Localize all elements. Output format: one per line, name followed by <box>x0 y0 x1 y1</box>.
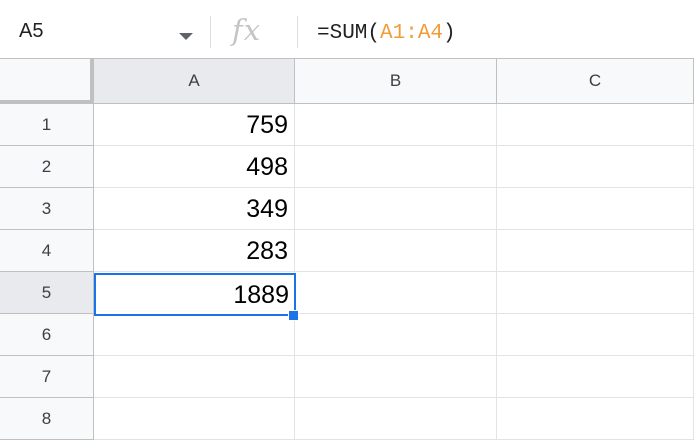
fill-handle[interactable] <box>288 310 299 321</box>
cell-c2[interactable] <box>497 146 694 188</box>
cell-a4[interactable]: 283 <box>94 230 295 272</box>
name-box[interactable]: A5 <box>0 0 206 59</box>
row-header-2[interactable]: 2 <box>0 146 94 188</box>
cell-b5[interactable] <box>295 272 497 314</box>
cell-a6[interactable] <box>94 314 295 356</box>
formula-bar-divider <box>210 16 211 48</box>
cell-a5-active[interactable]: 1889 <box>94 273 296 316</box>
cell-c6[interactable] <box>497 314 694 356</box>
cell-b6[interactable] <box>295 314 497 356</box>
formula-bar: A5 fx =SUM(A1:A4) <box>0 0 694 59</box>
caret-down-icon[interactable] <box>179 33 193 40</box>
formula-prefix: =SUM( <box>317 22 381 45</box>
cell-a1[interactable]: 759 <box>94 104 295 146</box>
name-box-cell-ref[interactable]: A5 <box>19 19 43 43</box>
formula-suffix: ) <box>443 22 456 45</box>
row-header-7[interactable]: 7 <box>0 356 94 398</box>
cell-c5[interactable] <box>497 272 694 314</box>
cell-b1[interactable] <box>295 104 497 146</box>
column-header-a[interactable]: A <box>94 59 295 104</box>
cell-a2[interactable]: 498 <box>94 146 295 188</box>
cell-a8[interactable] <box>94 398 295 440</box>
row-header-4[interactable]: 4 <box>0 230 94 272</box>
cell-b2[interactable] <box>295 146 497 188</box>
cell-a7[interactable] <box>94 356 295 398</box>
cell-b8[interactable] <box>295 398 497 440</box>
cell-a3[interactable]: 349 <box>94 188 295 230</box>
cell-c7[interactable] <box>497 356 694 398</box>
cell-c1[interactable] <box>497 104 694 146</box>
cell-c8[interactable] <box>497 398 694 440</box>
cell-c4[interactable] <box>497 230 694 272</box>
spreadsheet-grid: A B C 1 2 3 4 5 6 7 8 759 498 349 283 18… <box>0 59 694 446</box>
row-header-3[interactable]: 3 <box>0 188 94 230</box>
row-header-6[interactable]: 6 <box>0 314 94 356</box>
row-header-1[interactable]: 1 <box>0 104 94 146</box>
formula-bar-divider <box>297 16 298 48</box>
fx-icon: fx <box>232 13 262 47</box>
select-all-corner[interactable] <box>0 59 94 104</box>
cell-c3[interactable] <box>497 188 694 230</box>
cell-b7[interactable] <box>295 356 497 398</box>
column-header-c[interactable]: C <box>497 59 694 104</box>
column-header-b[interactable]: B <box>295 59 497 104</box>
cell-b3[interactable] <box>295 188 497 230</box>
row-header-5[interactable]: 5 <box>0 272 94 314</box>
formula-range-reference: A1:A4 <box>380 22 444 45</box>
formula-input[interactable]: =SUM(A1:A4) <box>317 21 456 47</box>
cell-b4[interactable] <box>295 230 497 272</box>
row-header-8[interactable]: 8 <box>0 398 94 440</box>
